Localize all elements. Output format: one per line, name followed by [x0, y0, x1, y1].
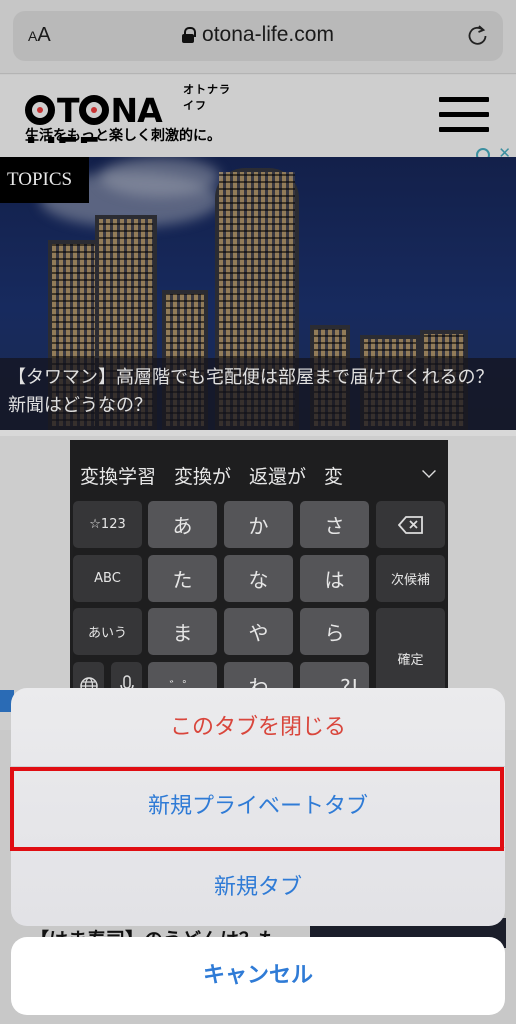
key-abc: ABC	[73, 555, 142, 602]
key-ya: や	[224, 608, 293, 655]
site-logo[interactable]: オトナライフ TNA LIFE 生活をもっと楽しく刺激的に。	[25, 79, 240, 169]
key-na: な	[224, 555, 293, 602]
new-private-tab-button[interactable]: 新規プライベートタブ	[11, 767, 505, 847]
backspace-icon	[376, 501, 445, 548]
topics-badge: TOPICS	[0, 157, 89, 203]
key-sa: さ	[300, 501, 369, 548]
key-ha: は	[300, 555, 369, 602]
logo-tagline: 生活をもっと楽しく刺激的に。	[25, 128, 221, 144]
key-ma: ま	[148, 608, 217, 655]
key-ta: た	[148, 555, 217, 602]
close-tab-button[interactable]: このタブを閉じる	[11, 688, 505, 767]
key-a: あ	[148, 501, 217, 548]
new-tab-button[interactable]: 新規タブ	[11, 847, 505, 926]
reload-icon[interactable]	[467, 24, 489, 46]
hero-caption[interactable]: 【タワマン】高層階でも宅配便は部屋まで届けてくれるの？ 新聞はどうなの？	[0, 358, 516, 430]
hamburger-menu-icon[interactable]	[439, 97, 489, 133]
lock-icon	[182, 27, 197, 43]
candidate: 変換が	[174, 466, 232, 488]
key-next-candidate: 次候補	[376, 555, 445, 602]
key-ra: ら	[300, 608, 369, 655]
candidate: 変換学習	[80, 466, 157, 488]
cancel-button[interactable]: キャンセル	[11, 937, 505, 1015]
key-ka: か	[224, 501, 293, 548]
url-text[interactable]: otona-life.com	[202, 23, 334, 46]
browser-toolbar: AA otona-life.com	[0, 0, 516, 74]
site-header: オトナライフ TNA LIFE 生活をもっと楽しく刺激的に。	[0, 75, 516, 169]
action-sheet: このタブを閉じる 新規プライベートタブ 新規タブ	[11, 688, 505, 926]
ad-strip	[0, 143, 516, 157]
candidate: 変	[324, 466, 344, 488]
key-confirm: 確定	[376, 608, 445, 700]
keyboard-screenshot: 変換学習 変換が 返還が変 ☆123 あ か さ ABC た な は 次候補 あいう…	[70, 440, 448, 700]
key-numbers: ☆123	[73, 501, 142, 548]
chevron-down-icon	[422, 464, 436, 478]
key-aiu: あいう	[73, 608, 142, 655]
candidate: 返還が	[249, 466, 307, 488]
candidate-bar: 変換学習 変換が 返還が変	[80, 462, 420, 489]
address-bar[interactable]: AA otona-life.com	[13, 11, 503, 61]
